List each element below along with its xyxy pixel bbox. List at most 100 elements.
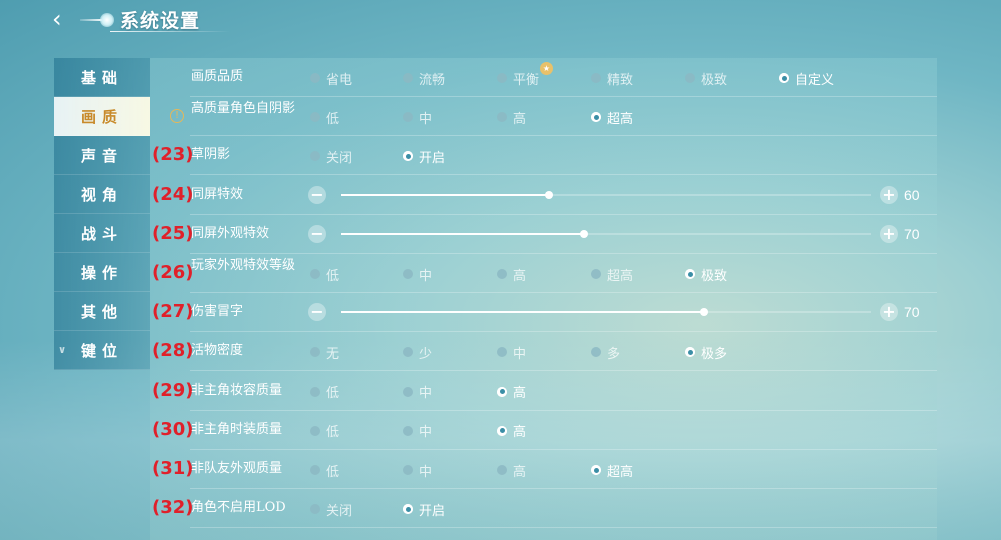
setting-label: 伤害冒字 <box>191 304 244 320</box>
radio-unselected-icon <box>497 347 507 358</box>
radio-unselected-icon <box>497 269 507 279</box>
radio-option[interactable]: 极多 <box>685 343 728 362</box>
radio-unselected-icon <box>403 73 413 83</box>
radio-selected-icon <box>403 504 413 515</box>
settings-panel: 画质品质 省电 流畅 平衡 精致 极致 自定义 ★! 高质量角色自阴影低中高超高 (23) 草阴影关… <box>150 58 937 540</box>
setting-row: ! 高质量角色自阴影低 中 高 超高 <box>150 97 937 137</box>
radio-option[interactable]: 高 <box>497 265 526 284</box>
page-title: 系统设置 <box>120 10 201 32</box>
setting-row: 画质品质 省电 流畅 平衡 精致 极致 自定义 ★ <box>150 58 937 97</box>
radio-option[interactable]: 极致 <box>685 265 727 284</box>
sidebar-item-4[interactable]: 战斗 <box>54 214 150 253</box>
back-arrow-icon[interactable]: ‹ <box>52 6 78 32</box>
slider-track[interactable] <box>341 229 871 238</box>
radio-option[interactable]: 开启 <box>403 147 445 166</box>
radio-option[interactable]: 高 <box>497 383 526 401</box>
radio-option[interactable]: 高 <box>497 108 526 127</box>
slider-track[interactable] <box>341 190 871 199</box>
radio-selected-icon <box>591 465 601 475</box>
setting-row: (27) 伤害冒字 − +70 <box>150 293 937 333</box>
radio-option[interactable]: 低 <box>310 383 339 401</box>
radio-option[interactable]: 精致 <box>591 69 634 88</box>
decrease-button[interactable]: − <box>308 185 326 204</box>
radio-option[interactable]: 中 <box>403 422 432 440</box>
sidebar-item-5[interactable]: 操作 <box>54 253 150 292</box>
sidebar-item-1[interactable]: 画质 <box>54 97 150 136</box>
setting-row: (24) 同屏特效 − +60 <box>150 176 937 215</box>
slider-handle[interactable] <box>700 308 709 317</box>
radio-unselected-icon <box>403 112 413 123</box>
slider-handle[interactable] <box>580 229 589 238</box>
setting-row: (28) 活物密度 无 少 中 多 极多 <box>150 332 937 372</box>
sidebar-item-6[interactable]: 其他 <box>54 292 150 331</box>
radio-unselected-icon <box>310 347 320 358</box>
radio-option-label: 低 <box>326 425 340 441</box>
increase-button[interactable]: + <box>880 224 898 243</box>
radio-unselected-icon <box>497 112 507 123</box>
radio-unselected-icon <box>310 151 320 162</box>
slider-fill <box>341 311 705 314</box>
radio-option[interactable]: 平衡 <box>497 69 540 88</box>
radio-option[interactable]: 中 <box>403 383 432 401</box>
radio-option[interactable]: 高 <box>497 461 527 480</box>
slider-handle[interactable] <box>545 190 554 199</box>
radio-option[interactable]: 超高 <box>591 265 633 284</box>
radio-option[interactable]: 极致 <box>685 69 727 88</box>
setting-row: (23) 草阴影 关闭 开启 <box>150 136 937 176</box>
slider-value: 70 <box>904 225 920 242</box>
setting-row: (32) 角色不启用LOD 关闭 开启 <box>150 489 937 529</box>
decrease-button[interactable]: − <box>308 224 326 243</box>
setting-label: 非主角妆容质量 <box>191 382 283 398</box>
radio-option[interactable]: 关闭 <box>310 500 352 519</box>
setting-label: 画质品质 <box>191 69 244 84</box>
radio-option-label: 中 <box>419 425 433 441</box>
radio-option[interactable]: 低 <box>310 265 339 284</box>
radio-option[interactable]: 中 <box>403 265 432 284</box>
warning-icon[interactable]: ! <box>170 109 184 124</box>
radio-option[interactable]: 关闭 <box>310 147 352 166</box>
radio-option-label: 低 <box>326 464 340 480</box>
radio-option[interactable]: 流畅 <box>403 69 445 88</box>
decrease-button[interactable]: − <box>308 303 326 322</box>
slider-fill <box>341 193 550 196</box>
radio-option[interactable]: 中 <box>497 343 527 362</box>
radio-option[interactable]: 中 <box>403 461 432 480</box>
increase-button[interactable]: + <box>880 303 898 322</box>
increase-button[interactable]: + <box>880 185 898 204</box>
radio-option[interactable]: 无 <box>310 343 339 362</box>
slider-track[interactable] <box>341 308 871 317</box>
radio-selected-icon <box>591 112 601 123</box>
radio-option-label: 自定义 <box>795 72 835 88</box>
radio-option[interactable]: 超高 <box>591 461 633 480</box>
radio-option[interactable]: 省电 <box>310 69 352 88</box>
radio-option[interactable]: 低 <box>310 422 339 440</box>
radio-unselected-icon <box>403 425 413 436</box>
sidebar-item-0[interactable]: 基础 <box>54 58 150 97</box>
radio-option-label: 精致 <box>607 72 634 88</box>
radio-unselected-icon <box>591 347 601 358</box>
radio-option-label: 高 <box>513 464 527 480</box>
radio-unselected-icon <box>403 386 413 397</box>
sidebar-item-2[interactable]: 声音 <box>54 136 150 175</box>
setting-row: (29) 非主角妆容质量 低 中 高 <box>150 372 937 411</box>
radio-option[interactable]: 低 <box>310 108 340 127</box>
setting-label: 非主角时装质量 <box>191 421 283 437</box>
radio-option[interactable]: 多 <box>591 343 620 362</box>
radio-option-label: 中 <box>513 346 527 362</box>
radio-option[interactable]: 少 <box>403 343 432 362</box>
radio-option[interactable]: 自定义 <box>779 69 835 88</box>
radio-option[interactable]: 高 <box>497 422 526 440</box>
recommended-badge-icon: ★ <box>540 62 553 75</box>
sidebar-item-7[interactable]: ∨ 键位 <box>54 331 150 370</box>
radio-option-label: 平衡 <box>513 72 540 88</box>
radio-unselected-icon <box>591 269 601 279</box>
radio-option[interactable]: 开启 <box>403 500 445 519</box>
radio-option-label: 低 <box>326 111 340 127</box>
radio-option[interactable]: 低 <box>310 461 340 480</box>
setting-row: (30) 非主角时装质量 低 中 高 <box>150 411 937 450</box>
radio-option[interactable]: 中 <box>403 108 432 127</box>
radio-selected-icon <box>403 151 413 162</box>
radio-option-label: 极多 <box>701 346 728 362</box>
sidebar-item-3[interactable]: 视角 <box>54 175 150 214</box>
radio-option[interactable]: 超高 <box>591 108 633 127</box>
